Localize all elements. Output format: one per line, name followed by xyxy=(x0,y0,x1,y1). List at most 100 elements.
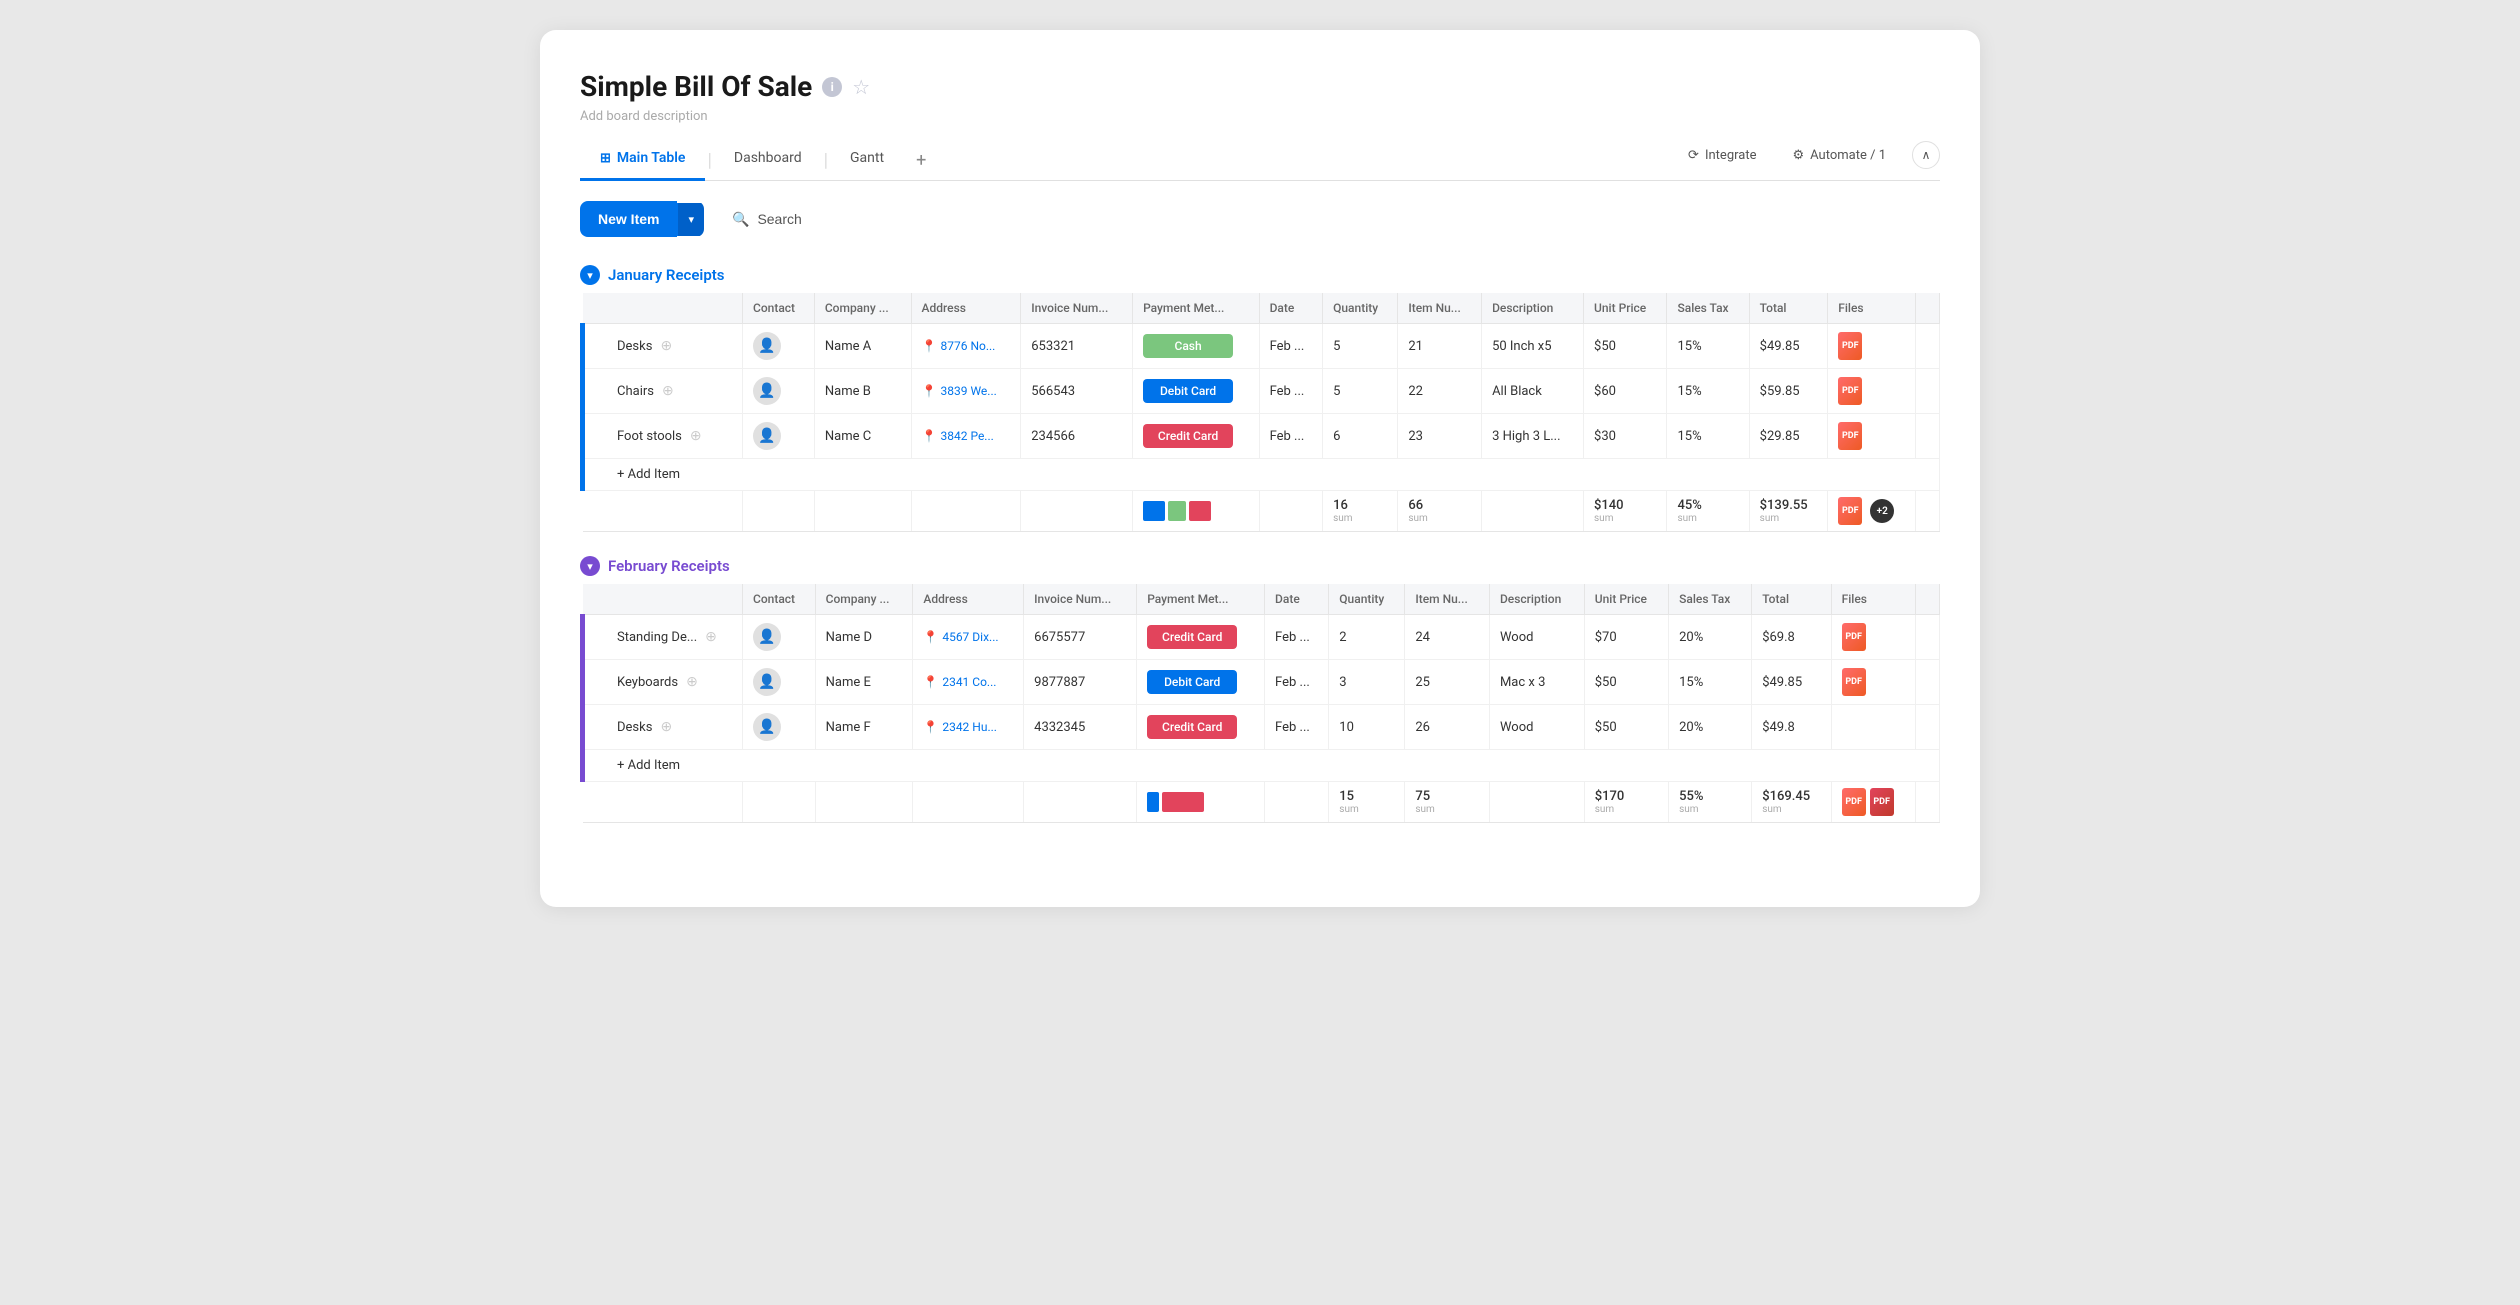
add-inline-icon[interactable]: ⊕ xyxy=(705,629,717,645)
quantity-cell: 3 xyxy=(1329,660,1405,705)
add-item-row-feb[interactable]: + Add Item xyxy=(583,750,1940,782)
summary-empty xyxy=(1259,491,1323,532)
payment-cell: Debit Card xyxy=(1137,660,1265,705)
address-cell: 📍 2342 Hu... xyxy=(913,705,1024,750)
february-table-wrapper: Contact Company ... Address Invoice Num.… xyxy=(580,584,1940,823)
col-name xyxy=(583,293,743,324)
itemnum-cell: 25 xyxy=(1405,660,1490,705)
automate-button[interactable]: ⚙ Automate / 1 xyxy=(1782,142,1896,169)
page-title: Simple Bill Of Sale xyxy=(580,70,812,103)
add-inline-icon[interactable]: ⊕ xyxy=(690,428,702,444)
unitprice-cell: $60 xyxy=(1584,369,1667,414)
contact-cell: 👤 xyxy=(743,660,816,705)
files-cell: PDF xyxy=(1831,660,1915,705)
new-item-main[interactable]: New Item xyxy=(580,201,677,237)
address-cell: 📍 3839 We... xyxy=(911,369,1021,414)
collapse-button[interactable]: ∧ xyxy=(1912,141,1940,169)
summary-empty xyxy=(1915,491,1939,532)
quantity-cell: 5 xyxy=(1323,324,1398,369)
summary-empty xyxy=(1482,491,1584,532)
total-cell: $29.85 xyxy=(1749,414,1828,459)
app-container: Simple Bill Of Sale i ☆ Add board descri… xyxy=(540,30,1980,907)
itemnum-cell: 21 xyxy=(1398,324,1482,369)
col-quantity-jan: Quantity xyxy=(1323,293,1398,324)
unitprice-cell: $30 xyxy=(1584,414,1667,459)
total-cell: $49.8 xyxy=(1752,705,1831,750)
invoice-cell: 6675577 xyxy=(1024,615,1137,660)
summary-empty xyxy=(1489,782,1584,823)
quantity-cell: 6 xyxy=(1323,414,1398,459)
february-table: Contact Company ... Address Invoice Num.… xyxy=(580,584,1940,823)
invoice-cell: 9877887 xyxy=(1024,660,1137,705)
table-row: Foot stools ⊕ 👤 Name C 📍 3842 Pe... 2345… xyxy=(583,414,1940,459)
add-inline-icon[interactable]: ⊕ xyxy=(686,674,698,690)
tab-right-actions: ⟳ Integrate ⚙ Automate / 1 ∧ xyxy=(1678,141,1940,179)
summary-empty xyxy=(913,782,1024,823)
tab-dashboard[interactable]: Dashboard xyxy=(714,140,822,181)
toolbar-row: New Item ▾ 🔍 Search xyxy=(580,201,1940,237)
group-february-title: February Receipts xyxy=(608,557,730,575)
more-cell xyxy=(1915,705,1939,750)
avatar: 👤 xyxy=(753,422,781,450)
star-icon[interactable]: ☆ xyxy=(852,75,870,99)
address-cell: 📍 4567 Dix... xyxy=(913,615,1024,660)
group-january-dot[interactable]: ▾ xyxy=(580,265,600,285)
info-icon[interactable]: i xyxy=(822,77,842,97)
january-table: Contact Company ... Address Invoice Num.… xyxy=(580,293,1940,532)
col-desc-jan: Description xyxy=(1482,293,1584,324)
search-button[interactable]: 🔍 Search xyxy=(716,203,818,236)
col-files-jan: Files xyxy=(1828,293,1916,324)
invoice-cell: 653321 xyxy=(1021,324,1133,369)
desc-cell: Wood xyxy=(1489,705,1584,750)
col-total-jan: Total xyxy=(1749,293,1828,324)
summary-empty xyxy=(743,491,815,532)
col-total-feb: Total xyxy=(1752,584,1831,615)
col-contact-jan: Contact xyxy=(743,293,815,324)
company-cell: Name E xyxy=(815,660,913,705)
summary-payment-bars xyxy=(1133,491,1260,532)
group-february-dot[interactable]: ▾ xyxy=(580,556,600,576)
address-cell: 📍 8776 No... xyxy=(911,324,1021,369)
group-february-header: ▾ February Receipts xyxy=(580,556,1940,576)
january-header-row: Contact Company ... Address Invoice Num.… xyxy=(583,293,1940,324)
payment-cell: Credit Card xyxy=(1137,615,1265,660)
new-item-button[interactable]: New Item ▾ xyxy=(580,201,704,237)
summary-empty xyxy=(583,491,743,532)
add-item-row-jan[interactable]: + Add Item xyxy=(583,459,1940,491)
desc-cell: All Black xyxy=(1482,369,1584,414)
add-inline-icon[interactable]: ⊕ xyxy=(660,338,672,354)
bar-cash xyxy=(1168,501,1186,521)
col-more-feb xyxy=(1915,584,1939,615)
itemnum-cell: 24 xyxy=(1405,615,1490,660)
tab-separator-2: | xyxy=(822,150,830,171)
salestax-cell: 20% xyxy=(1669,615,1752,660)
company-cell: Name C xyxy=(814,414,911,459)
contact-cell: 👤 xyxy=(743,414,815,459)
bar-credit-feb xyxy=(1162,792,1204,812)
date-cell: Feb ... xyxy=(1265,615,1329,660)
tab-separator-1: | xyxy=(705,150,713,171)
tab-gantt[interactable]: Gantt xyxy=(830,140,904,181)
col-address-feb: Address xyxy=(913,584,1024,615)
tabs-row: ⊞ Main Table | Dashboard | Gantt + ⟳ Int… xyxy=(580,140,1940,181)
integrate-button[interactable]: ⟳ Integrate xyxy=(1678,142,1766,169)
date-cell: Feb ... xyxy=(1259,414,1323,459)
summary-row-feb: 15 sum 75 sum $170 sum 55 xyxy=(583,782,1940,823)
avatar: 👤 xyxy=(753,377,781,405)
summary-files-feb: PDF PDF xyxy=(1831,782,1915,823)
tab-main-table[interactable]: ⊞ Main Table xyxy=(580,140,705,181)
add-item-label-jan[interactable]: + Add Item xyxy=(583,459,1940,491)
col-files-feb: Files xyxy=(1831,584,1915,615)
table-row: Desks ⊕ 👤 Name F 📍 2342 Hu... 4332345 Cr… xyxy=(583,705,1940,750)
col-salestax-jan: Sales Tax xyxy=(1667,293,1749,324)
files-cell: PDF xyxy=(1828,324,1916,369)
board-description[interactable]: Add board description xyxy=(580,109,1940,124)
new-item-caret[interactable]: ▾ xyxy=(677,203,704,236)
quantity-cell: 2 xyxy=(1329,615,1405,660)
add-inline-icon[interactable]: ⊕ xyxy=(662,383,674,399)
add-item-label-feb[interactable]: + Add Item xyxy=(583,750,1940,782)
page-header: Simple Bill Of Sale i ☆ Add board descri… xyxy=(580,70,1940,124)
table-row: Keyboards ⊕ 👤 Name E 📍 2341 Co... 987788… xyxy=(583,660,1940,705)
tab-add[interactable]: + xyxy=(904,142,938,179)
add-inline-icon[interactable]: ⊕ xyxy=(660,719,672,735)
